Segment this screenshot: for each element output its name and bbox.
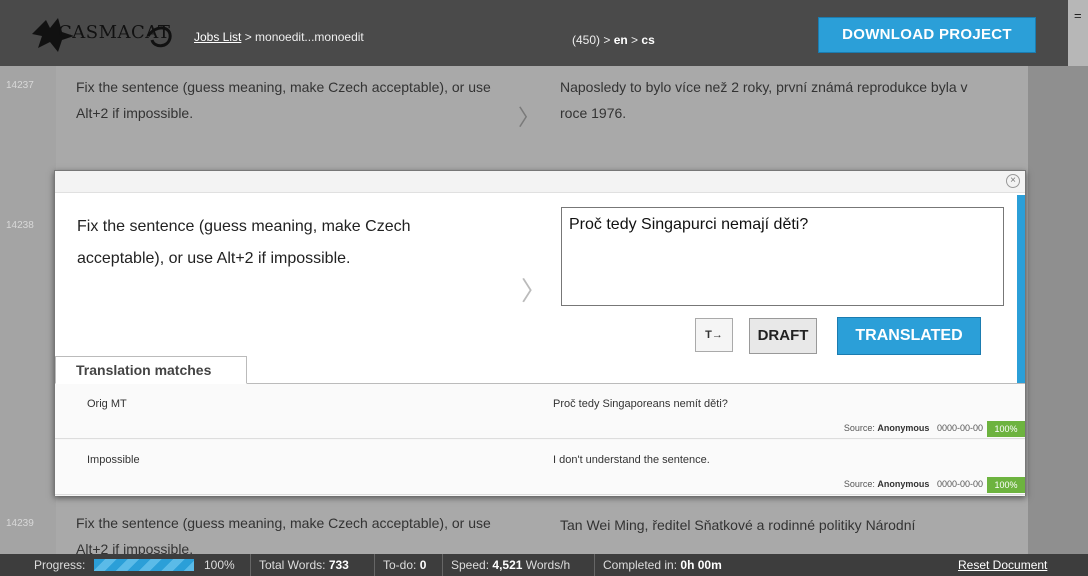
speed-value: 4,521 xyxy=(492,558,523,572)
copy-source-tags-button[interactable]: T→ xyxy=(695,318,733,352)
active-segment-editor: × Fix the sentence (guess meaning, make … xyxy=(54,170,1026,496)
segment-target-text[interactable]: Naposledy to bylo více než 2 roky, první… xyxy=(560,74,990,126)
header-bar: CASMACAT Jobs List > monoedit...monoedit… xyxy=(0,0,1088,66)
target-translation-editor[interactable]: Proč tedy Singapurci nemají děti? xyxy=(561,207,1004,306)
match-row[interactable]: Impossible I don't understand the senten… xyxy=(55,440,1025,495)
match-source-label: Source: xyxy=(843,479,875,489)
todo-value: 0 xyxy=(419,558,427,572)
translation-matches-list: Orig MT Proč tedy Singaporeans nemít dět… xyxy=(55,384,1025,496)
jobs-list-link[interactable]: Jobs List xyxy=(194,30,241,44)
tab-translation-matches[interactable]: Translation matches xyxy=(55,356,247,384)
chevron-right-icon: 〉 xyxy=(518,106,541,131)
right-scroll-column[interactable] xyxy=(1028,66,1088,554)
segment-number: 14237 xyxy=(6,80,34,91)
total-words-value: 733 xyxy=(328,558,349,572)
segment-target-text[interactable]: Tan Wei Ming, ředitel Sňatkové a rodinné… xyxy=(560,512,990,554)
match-source-name: Anonymous xyxy=(877,423,930,433)
speed-label: Speed: xyxy=(451,558,490,572)
language-path: (450) > en > cs xyxy=(572,33,655,47)
speed: Speed: 4,521 Words/h xyxy=(442,554,578,576)
job-count: (450) xyxy=(572,33,601,47)
match-source-meta: Source: Anonymous 0000-00-00 xyxy=(844,479,983,489)
completed-label: Completed in: xyxy=(603,558,678,572)
target-language: cs xyxy=(641,33,655,47)
todo-count: To-do: 0 xyxy=(374,554,434,576)
breadcrumb: Jobs List > monoedit...monoedit xyxy=(194,30,364,44)
translated-button[interactable]: TRANSLATED xyxy=(837,317,981,355)
draft-button[interactable]: DRAFT xyxy=(749,318,817,354)
segment-number-gutter xyxy=(0,66,56,554)
matches-tab-bar: Translation matches xyxy=(55,356,1025,384)
speed-unit: Words/h xyxy=(525,558,571,572)
total-words-label: Total Words: xyxy=(259,558,326,572)
match-source-label: Source: xyxy=(843,423,875,433)
segment-number: 14239 xyxy=(6,518,34,529)
match-text: I don't understand the sentence. xyxy=(553,454,710,466)
status-bar: Progress: 100% Total Words: 733 To-do: 0… xyxy=(0,554,1088,576)
chevron-right-icon: 〉 xyxy=(521,276,548,306)
progress-fill xyxy=(94,559,194,571)
match-source-name: Anonymous xyxy=(877,479,930,489)
completed-time: Completed in: 0h 00m xyxy=(594,554,730,576)
editor-top-bar: × xyxy=(55,171,1025,193)
total-words: Total Words: 733 xyxy=(250,554,357,576)
completed-value: 0h 00m xyxy=(680,558,722,572)
match-row[interactable]: Orig MT Proč tedy Singaporeans nemít dět… xyxy=(55,384,1025,439)
todo-label: To-do: xyxy=(383,558,417,572)
download-project-button[interactable]: DOWNLOAD PROJECT xyxy=(818,17,1036,53)
reset-document-link[interactable]: Reset Document xyxy=(958,554,1047,576)
breadcrumb-job-name: > monoedit...monoedit xyxy=(241,30,364,44)
match-source-meta: Source: Anonymous 0000-00-00 xyxy=(844,423,983,433)
segment-source-text[interactable]: Fix the sentence (guess meaning, make Cz… xyxy=(76,510,516,554)
close-icon[interactable]: × xyxy=(1006,174,1020,188)
match-date: 0000-00-00 xyxy=(936,479,983,489)
progress-percent: 100% xyxy=(204,558,235,572)
segment-number-active: 14238 xyxy=(6,220,34,231)
segment-source-text[interactable]: Fix the sentence (guess meaning, make Cz… xyxy=(76,74,516,126)
match-label: Impossible xyxy=(87,454,140,466)
source-language: en xyxy=(613,33,628,47)
match-score-badge: 100% xyxy=(987,421,1025,437)
match-score-badge: 100% xyxy=(987,477,1025,493)
match-label: Orig MT xyxy=(87,398,127,410)
match-text: Proč tedy Singaporeans nemít děti? xyxy=(553,398,728,410)
progress-label: Progress: xyxy=(34,558,86,572)
active-source-text[interactable]: Fix the sentence (guess meaning, make Cz… xyxy=(77,211,477,275)
logo-text: CASMACAT xyxy=(58,22,171,43)
match-date: 0000-00-00 xyxy=(936,423,983,433)
progress-bar xyxy=(94,559,194,571)
scroll-indicator-icon: = xyxy=(1074,8,1082,23)
